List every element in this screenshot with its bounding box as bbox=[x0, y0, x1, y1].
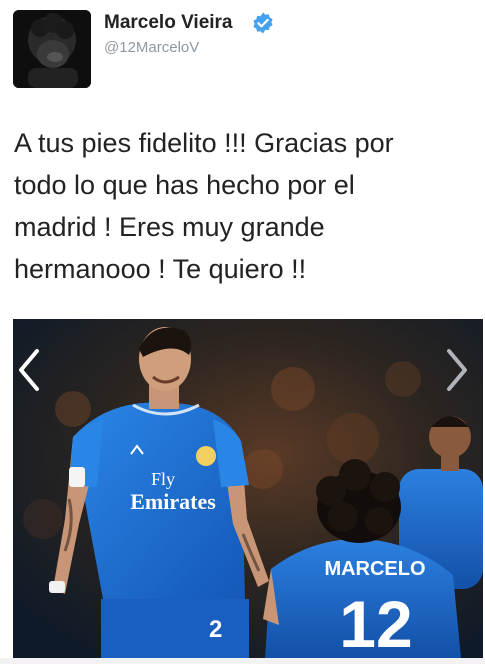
tweet-text-line: A tus pies fidelito !!! Gracias por bbox=[14, 128, 394, 158]
avatar-image bbox=[13, 10, 91, 88]
tweet-text-line: todo lo que has hecho por el bbox=[14, 170, 355, 200]
user-handle[interactable]: @12MarceloV bbox=[104, 39, 199, 56]
back-name: MARCELO bbox=[324, 558, 425, 580]
back-number: 12 bbox=[339, 587, 412, 658]
chevron-left-icon bbox=[19, 349, 39, 391]
chevron-right-icon bbox=[447, 349, 467, 391]
divider bbox=[0, 658, 485, 664]
tweet-text-line: hermanooo ! Te quiero !! bbox=[14, 254, 307, 284]
shirt-sponsor-bottom: Emirates bbox=[130, 489, 216, 514]
photo-content: 2 Fly Emirates MARCELO 12 bbox=[13, 319, 483, 658]
display-name[interactable]: Marcelo Vieira bbox=[104, 12, 233, 34]
tweet-card: Marcelo Vieira @12MarceloV A tus pies fi… bbox=[0, 0, 485, 664]
tweet-text-line: madrid ! Eres muy grande bbox=[14, 212, 325, 242]
previous-photo-button[interactable] bbox=[13, 347, 47, 393]
shorts-number: 2 bbox=[209, 616, 222, 643]
tweet-text: A tus pies fidelito !!! Gracias por todo… bbox=[14, 122, 474, 290]
verified-badge-icon bbox=[253, 12, 273, 34]
next-photo-button[interactable] bbox=[439, 347, 473, 393]
avatar[interactable] bbox=[13, 10, 91, 88]
tweet-photo[interactable]: 2 Fly Emirates MARCELO 12 bbox=[13, 319, 483, 658]
shirt-sponsor-top: Fly bbox=[151, 469, 175, 489]
